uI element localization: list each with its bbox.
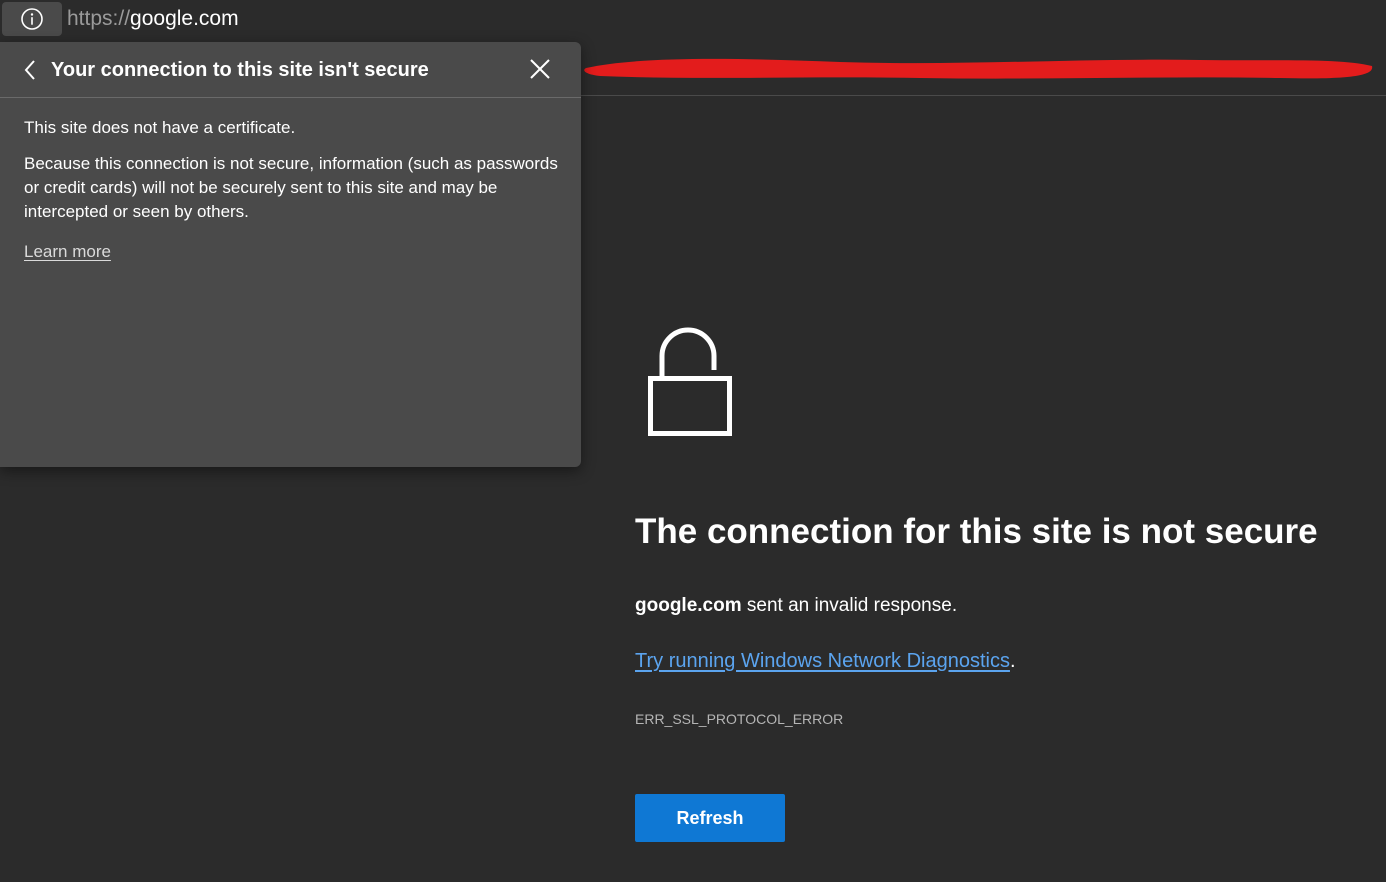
popup-title: Your connection to this site isn't secur… xyxy=(51,59,429,81)
close-icon xyxy=(530,59,550,79)
chevron-left-icon xyxy=(24,60,35,80)
network-diagnostics-link[interactable]: Try running Windows Network Diagnostics xyxy=(635,650,1010,672)
error-code: ERR_SSL_PROTOCOL_ERROR xyxy=(635,711,844,727)
diagnostics-line: Try running Windows Network Diagnostics. xyxy=(635,648,1016,674)
refresh-button[interactable]: Refresh xyxy=(635,794,785,842)
site-info-button[interactable] xyxy=(2,2,62,36)
learn-more-link[interactable]: Learn more xyxy=(24,240,111,264)
info-icon xyxy=(21,8,43,30)
unlocked-padlock-icon xyxy=(648,327,732,436)
url-field[interactable]: https://google.com xyxy=(67,6,239,32)
popup-body: This site does not have a certificate. B… xyxy=(24,116,564,264)
redaction-mark xyxy=(584,58,1373,79)
security-warning-message: Because this connection is not secure, i… xyxy=(24,154,558,221)
url-scheme: https:// xyxy=(67,7,131,30)
error-description: google.com sent an invalid response. xyxy=(635,593,957,619)
connection-info-popup: Your connection to this site isn't secur… xyxy=(0,42,581,467)
address-bar: https://google.com xyxy=(0,0,1386,40)
url-host: google.com xyxy=(130,7,239,30)
error-host: google.com xyxy=(635,595,742,616)
error-title: The connection for this site is not secu… xyxy=(635,512,1318,551)
close-button[interactable] xyxy=(526,55,554,83)
popup-header: Your connection to this site isn't secur… xyxy=(0,42,581,98)
diagnostics-suffix: . xyxy=(1009,650,1016,672)
certificate-message: This site does not have a certificate. xyxy=(24,118,296,137)
back-button[interactable] xyxy=(16,56,44,84)
error-description-text: sent an invalid response. xyxy=(741,595,958,616)
